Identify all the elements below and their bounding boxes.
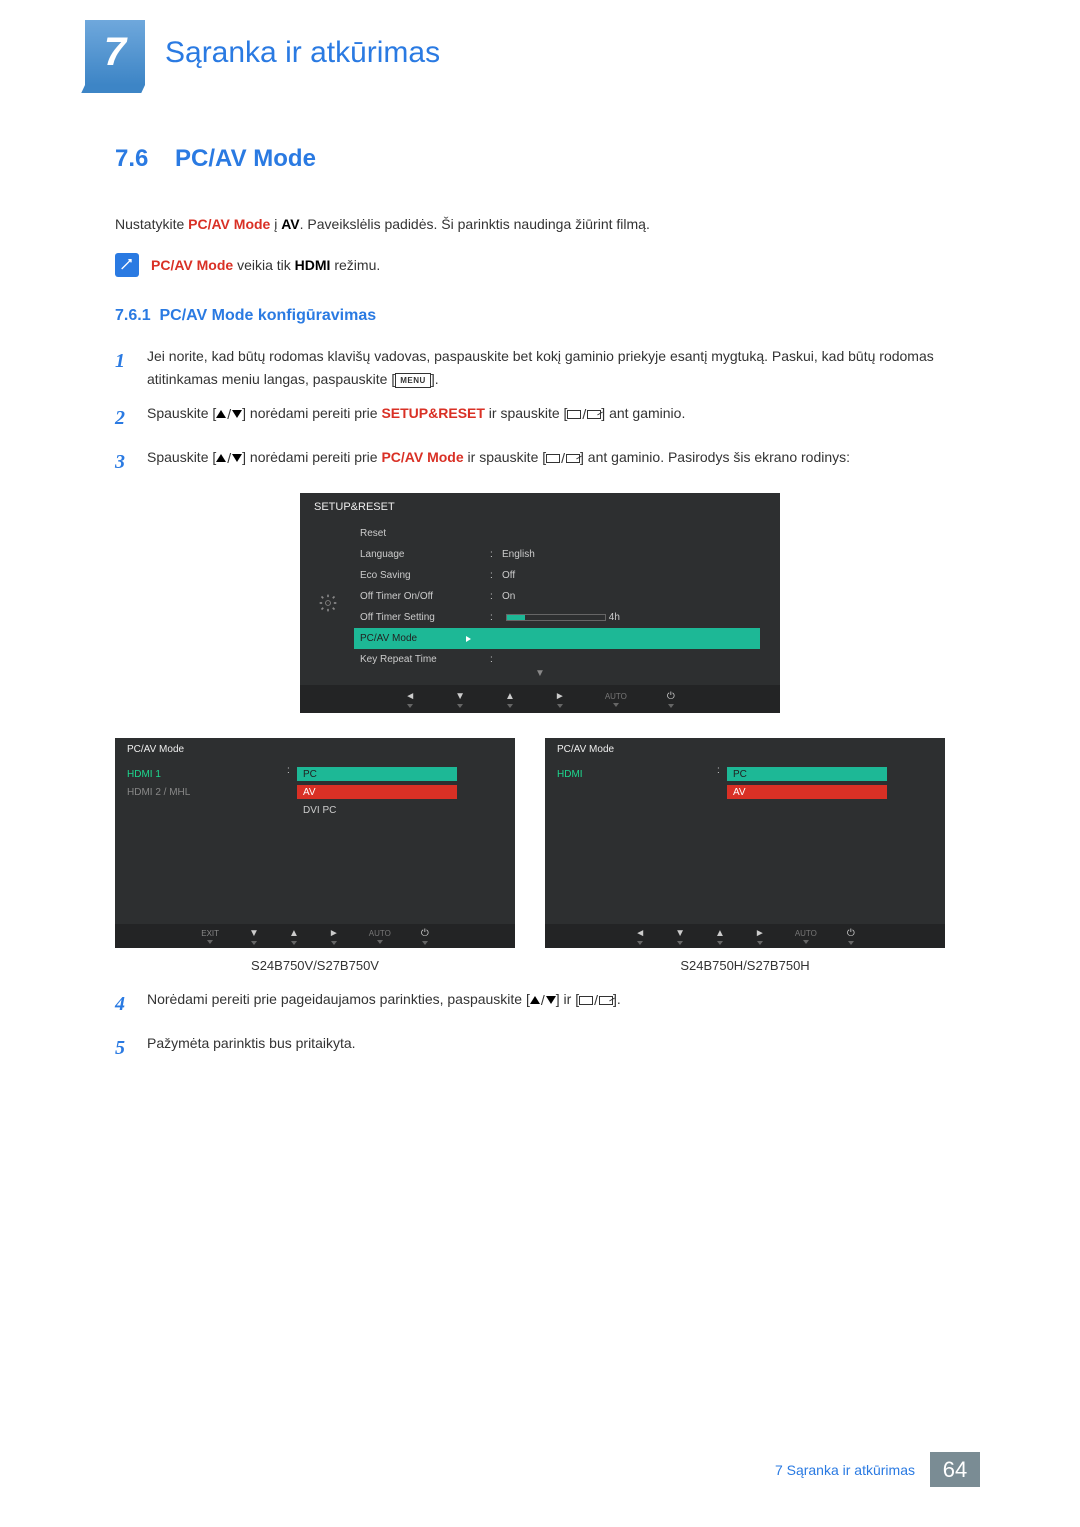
step-1: 1 Jei norite, kad būtų rodomas klavišų v…	[115, 345, 965, 390]
footer-chapter-ref: 7 Sąranka ir atkūrimas	[775, 1462, 915, 1478]
menu-button-icon: MENU	[395, 373, 431, 388]
osd-pcav-h-model: PC/AV Mode HDMI : PC AV ◄ ▼	[545, 738, 945, 948]
up-down-icon: /	[530, 989, 556, 1011]
note-row: PC/AV Mode veikia tik HDMI režimu.	[115, 253, 965, 277]
osd-nav-bar: ◄ ▼ ▲ ► AUTO ⏻	[300, 685, 780, 713]
step-3: 3 Spauskite [/] norėdami pereiti prie PC…	[115, 446, 965, 478]
step-5: 5 Pažymėta parinktis bus pritaikyta.	[115, 1032, 965, 1064]
power-icon: ⏻	[667, 691, 675, 702]
section-number: 7.6	[115, 145, 148, 172]
up-down-icon: /	[216, 447, 242, 469]
note-icon	[115, 253, 139, 277]
chapter-number-badge: 7	[85, 20, 145, 85]
osd-pcav-v-model: PC/AV Mode HDMI 1 HDMI 2 / MHL : PC AV D…	[115, 738, 515, 948]
chapter-title: Sąranka ir atkūrimas	[165, 36, 440, 70]
enter-icon: /	[567, 403, 601, 425]
section-title: PC/AV Mode	[175, 145, 316, 172]
osd-active-row: PC/AV Mode	[360, 628, 780, 649]
gear-icon	[318, 593, 338, 613]
note-text: PC/AV Mode veikia tik HDMI režimu.	[151, 254, 380, 276]
osd-setup-reset: SETUP&RESET Reset Language:English Eco S…	[300, 493, 780, 713]
enter-icon: /	[579, 989, 613, 1011]
enter-icon: /	[546, 447, 580, 469]
page-number: 64	[930, 1452, 980, 1487]
section-heading: 7.6 PC/AV Mode	[115, 145, 965, 173]
model-label-left: S24B750V/S27B750V	[251, 958, 379, 973]
step-2: 2 Spauskite [/] norėdami pereiti prie SE…	[115, 402, 965, 434]
osd-title: SETUP&RESET	[300, 493, 780, 521]
subsection-heading: 7.6.1 PC/AV Mode konfigūravimas	[115, 307, 965, 325]
step-4: 4 Norėdami pereiti prie pageidaujamos pa…	[115, 988, 965, 1020]
chapter-header: 7 Sąranka ir atkūrimas	[0, 0, 1080, 85]
page-footer: 7 Sąranka ir atkūrimas 64	[775, 1452, 980, 1487]
up-down-icon: /	[216, 403, 242, 425]
intro-paragraph: Nustatykite PC/AV Mode į AV. Paveikslėli…	[115, 213, 965, 235]
model-label-right: S24B750H/S27B750H	[680, 958, 809, 973]
